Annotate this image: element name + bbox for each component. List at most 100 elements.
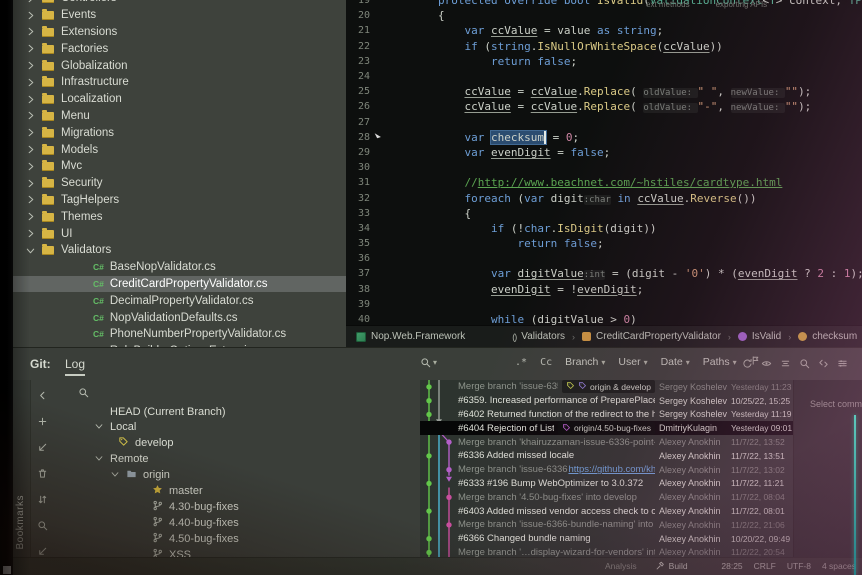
navigate-icon[interactable]: [818, 356, 829, 374]
code-line[interactable]: 33 {: [346, 206, 862, 221]
breadcrumb-item[interactable]: Nop.Web.Framework: [356, 331, 465, 342]
tree-item-folder[interactable]: Migrations: [13, 124, 346, 141]
code-line[interactable]: 26 ccValue = ccValue.Replace( oldValue: …: [346, 99, 862, 114]
branch-row[interactable]: 4.40-bug-fixes: [152, 515, 239, 530]
fetch-button[interactable]: [37, 440, 48, 458]
hide-button[interactable]: [37, 388, 48, 406]
branch-row[interactable]: Local: [94, 420, 136, 435]
status-item[interactable]: 4 spaces: [822, 561, 856, 571]
code-line[interactable]: 32 foreach (var digit:char in ccValue.Re…: [346, 190, 862, 205]
branch-ref-badge[interactable]: origin/4.50-bug-fixes: [558, 422, 655, 435]
branch-row[interactable]: 4.50-bug-fixes: [152, 531, 239, 546]
branch-search-icon[interactable]: [78, 385, 89, 403]
tree-item-folder[interactable]: Validators: [13, 242, 346, 259]
tree-item-folder[interactable]: TagHelpers: [13, 192, 346, 209]
code-vision-hint[interactable]: exporting APIs: [716, 0, 768, 9]
code-vision-hint[interactable]: ext methods: [646, 0, 690, 9]
chevron-right-icon[interactable]: [25, 127, 36, 138]
tree-item-file[interactable]: C#BaseNopValidator.cs: [13, 259, 346, 276]
status-item-build[interactable]: Build: [655, 561, 688, 571]
commit-row[interactable]: #6333 #196 Bump WebOptimizer to 3.0.372A…: [420, 477, 793, 491]
code-vision-hints[interactable]: ext methods exporting APIs: [646, 0, 767, 9]
chevron-right-icon[interactable]: [25, 43, 36, 54]
commit-message-link[interactable]: https://github.com/khairuzzaman/: [568, 464, 655, 475]
code-line[interactable]: 31 //http://www.beachnet.com/~hstiles/ca…: [346, 175, 862, 190]
commit-row[interactable]: Merge branch 'issue-6359-increase-perfor…: [420, 380, 793, 394]
tree-item-folder[interactable]: Controllers: [13, 0, 346, 7]
tree-item-folder[interactable]: Localization: [13, 91, 346, 108]
code-line[interactable]: 30: [346, 160, 862, 175]
match-case-toggle[interactable]: Cc: [540, 357, 552, 368]
code-line[interactable]: 29 var evenDigit = false;: [346, 145, 862, 160]
code-line[interactable]: 23 return false;: [346, 54, 862, 69]
tree-item-folder[interactable]: Menu: [13, 108, 346, 125]
sidebar-item-bookmarks[interactable]: Bookmarks: [15, 495, 26, 550]
tree-item-folder[interactable]: Models: [13, 141, 346, 158]
commit-row[interactable]: #6402 Returned function of the redirect …: [420, 408, 793, 422]
tree-item-folder[interactable]: UI: [13, 225, 346, 242]
refresh-icon[interactable]: [742, 356, 753, 374]
filter-user[interactable]: User▾: [618, 356, 647, 368]
breadcrumb-item[interactable]: IsValid: [738, 331, 781, 342]
code-line[interactable]: 35 return false;: [346, 236, 862, 251]
chevron-right-icon[interactable]: [25, 26, 36, 37]
chevron-down-icon[interactable]: [94, 421, 104, 434]
tree-item-folder[interactable]: Factories: [13, 40, 346, 57]
chevron-right-icon[interactable]: [25, 10, 36, 21]
status-item[interactable]: CRLF: [754, 561, 776, 571]
tab-log[interactable]: Log: [65, 357, 85, 376]
code-line[interactable]: 39: [346, 297, 862, 312]
commit-row[interactable]: Merge branch 'issue-6336-point-validity'…: [420, 463, 793, 477]
delete-button[interactable]: [37, 466, 48, 484]
code-line[interactable]: 24: [346, 69, 862, 84]
breadcrumb-item[interactable]: ()Validators: [512, 331, 565, 342]
tree-item-file[interactable]: C#PhoneNumberPropertyValidator.cs: [13, 326, 346, 343]
code-line[interactable]: 21 var ccValue = value as string;: [346, 23, 862, 38]
commit-row[interactable]: Merge branch 'khairuzzaman-issue-6336-po…: [420, 435, 793, 449]
regex-toggle[interactable]: .*: [515, 357, 527, 368]
code-line[interactable]: 34 if (!char.IsDigit(digit)): [346, 221, 862, 236]
tree-item-folder[interactable]: Events: [13, 7, 346, 24]
code-line[interactable]: 25 ccValue = ccValue.Replace( oldValue: …: [346, 84, 862, 99]
commit-row[interactable]: #6404 Rejection of List<T>.ForEach due t…: [420, 421, 793, 435]
collapse-icon[interactable]: [780, 356, 791, 374]
tree-item-file[interactable]: C#NopValidationDefaults.cs: [13, 309, 346, 326]
tree-item-folder[interactable]: Infrastructure: [13, 74, 346, 91]
tree-item-folder[interactable]: Globalization: [13, 57, 346, 74]
commit-row[interactable]: #6366 Changed bundle namingAlexey Anokhi…: [420, 532, 793, 546]
branch-ref-badge[interactable]: origin & develop: [562, 380, 655, 393]
branch-row[interactable]: HEAD (Current Branch): [110, 404, 226, 419]
breadcrumb-item[interactable]: checksum: [798, 331, 857, 342]
settings-icon[interactable]: [837, 356, 848, 374]
log-search-field[interactable]: ▾: [420, 357, 437, 368]
search-button[interactable]: [37, 518, 48, 536]
tree-item-file[interactable]: C#CreditCardPropertyValidator.cs: [13, 276, 346, 293]
branch-row[interactable]: develop: [118, 436, 174, 451]
branch-row[interactable]: Remote: [94, 452, 149, 467]
commit-row[interactable]: #6403 Added missed vendor access check t…: [420, 504, 793, 518]
chevron-right-icon[interactable]: [25, 211, 36, 222]
filter-date[interactable]: Date▾: [661, 356, 690, 368]
chevron-down-icon[interactable]: [110, 469, 120, 482]
chevron-right-icon[interactable]: [25, 178, 36, 189]
code-line[interactable]: 22 if (string.IsNullOrWhiteSpace(ccValue…: [346, 39, 862, 54]
compare-button[interactable]: [37, 492, 48, 510]
chevron-right-icon[interactable]: [25, 94, 36, 105]
branch-row[interactable]: 4.30-bug-fixes: [152, 499, 239, 514]
commit-row[interactable]: #6359. Increased performance of PrepareP…: [420, 394, 793, 408]
chevron-right-icon[interactable]: [25, 228, 36, 239]
tree-item-file[interactable]: C#DecimalPropertyValidator.cs: [13, 292, 346, 309]
code-line[interactable]: 27: [346, 115, 862, 130]
tree-item-folder[interactable]: Mvc: [13, 158, 346, 175]
branch-row[interactable]: origin: [110, 468, 170, 483]
commit-row[interactable]: Merge branch '4.50-bug-fixes' into devel…: [420, 490, 793, 504]
breadcrumb-item[interactable]: CreditCardPropertyValidator: [582, 331, 721, 342]
chevron-down-icon[interactable]: [94, 453, 104, 466]
filter-paths[interactable]: Paths▾: [703, 356, 737, 368]
code-line[interactable]: 37 var digitValue:int = (digit - '0') * …: [346, 266, 862, 281]
commit-row[interactable]: Merge branch 'issue-6366-bundle-naming' …: [420, 518, 793, 532]
chevron-right-icon[interactable]: [25, 60, 36, 71]
chevron-right-icon[interactable]: [25, 144, 36, 155]
code-line[interactable]: 19 protected override bool IsValid(Valid…: [346, 0, 862, 8]
tree-item-folder[interactable]: Security: [13, 175, 346, 192]
